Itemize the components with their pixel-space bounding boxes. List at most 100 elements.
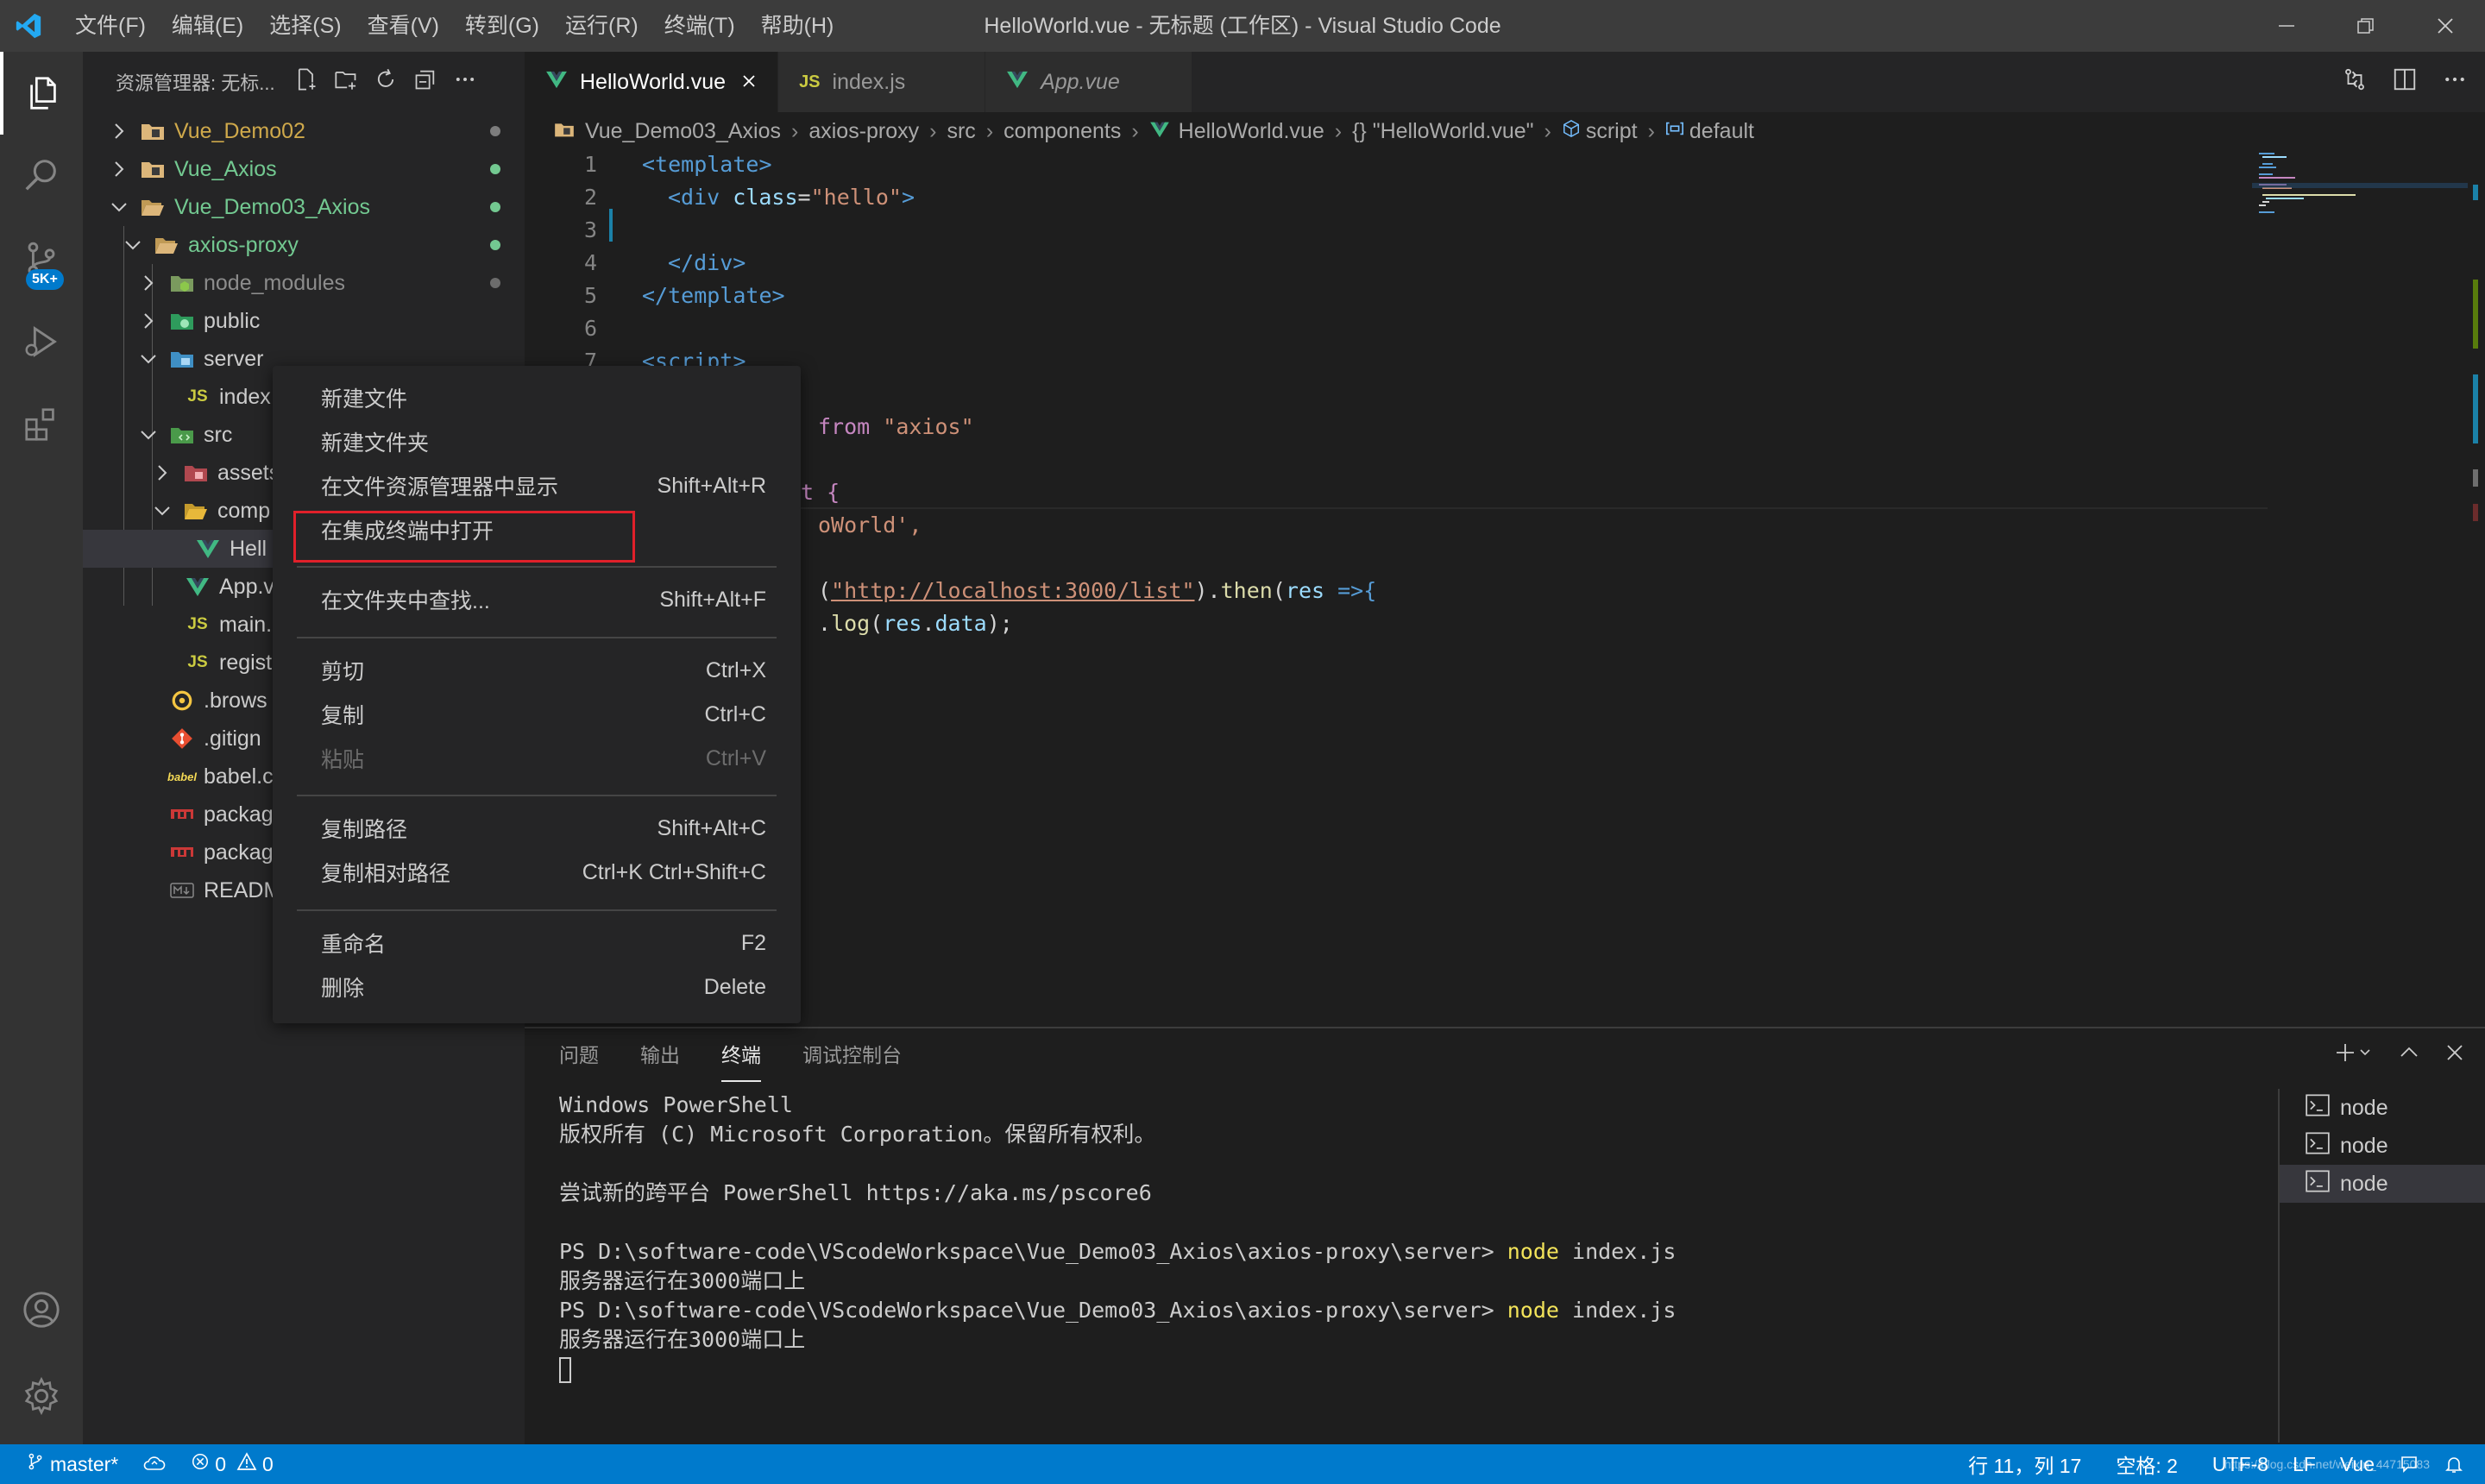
tree-item-label: axios-proxy [188, 232, 299, 257]
open-changes-icon[interactable] [2342, 66, 2368, 98]
code-token: <div [668, 185, 733, 210]
menu-edit[interactable]: 编辑(E) [159, 0, 256, 52]
menu-item-find-in-folder[interactable]: 在文件夹中查找... Shift+Alt+F [273, 580, 801, 619]
tab-debug-console[interactable]: 调试控制台 [802, 1028, 902, 1082]
split-editor-icon[interactable] [2392, 66, 2418, 98]
menu-item-delete[interactable]: 删除 Delete [273, 967, 801, 1007]
breadcrumb-item[interactable]: default [1689, 119, 1754, 144]
menu-item-new-folder[interactable]: 新建文件夹 [273, 422, 801, 462]
tab-problems[interactable]: 问题 [559, 1028, 599, 1082]
tab-close-icon[interactable] [741, 70, 757, 95]
new-folder-icon[interactable] [334, 67, 358, 97]
tab-helloworld-vue[interactable]: HelloWorld.vue [525, 52, 779, 112]
code-editor[interactable]: 1 <template> 2 <div class="hello"> 3 4 </di… [525, 150, 2485, 1027]
menu-item-copy-relative-path[interactable]: 复制相对路径 Ctrl+K Ctrl+Shift+C [273, 852, 801, 892]
close-icon[interactable] [2406, 0, 2485, 52]
menu-terminal[interactable]: 终端(T) [651, 0, 748, 52]
breadcrumb-item[interactable]: Vue_Demo03_Axios [585, 119, 781, 144]
search-icon[interactable] [0, 135, 83, 217]
breadcrumb-item[interactable]: {} "HelloWorld.vue" [1352, 119, 1533, 144]
tab-output[interactable]: 输出 [640, 1028, 680, 1082]
code-token: ). [1194, 578, 1221, 603]
tree-item-vue-axios[interactable]: Vue_Axios [83, 150, 525, 188]
menu-item-reveal-in-explorer[interactable]: 在文件资源管理器中显示 Shift+Alt+R [273, 466, 801, 506]
menu-item-copy[interactable]: 复制 Ctrl+C [273, 695, 801, 734]
editor-scrollbar[interactable] [2469, 150, 2485, 1027]
sync-icon[interactable] [130, 1455, 179, 1474]
breadcrumb: Vue_Demo03_Axios › axios-proxy › src › comp… [525, 112, 2485, 150]
code-token: "axios" [883, 414, 974, 439]
tree-item-vue-demo03-axios[interactable]: Vue_Demo03_Axios [83, 188, 525, 226]
code-token: "http://localhost:3000/list" [831, 578, 1195, 603]
breadcrumb-item[interactable]: script [1586, 119, 1638, 144]
terminal-command: node [1507, 1298, 1559, 1323]
chevron-right-icon: › [985, 118, 994, 143]
source-control-icon[interactable]: 5K+ [0, 217, 83, 300]
minimap[interactable] [2252, 150, 2468, 1027]
git-file-icon [169, 727, 195, 750]
terminal-instance[interactable]: node [2280, 1089, 2485, 1127]
terminal-instance[interactable]: node [2280, 1127, 2485, 1165]
line-number: 5 [583, 283, 597, 308]
menu-run[interactable]: 运行(R) [552, 0, 651, 52]
error-icon [191, 1452, 210, 1476]
tree-item-axios-proxy[interactable]: axios-proxy [83, 226, 525, 264]
chevron-right-icon: › [791, 118, 799, 143]
tab-terminal[interactable]: 终端 [721, 1028, 761, 1082]
cursor-position[interactable]: 行 11，列 17 [1956, 1449, 2093, 1479]
indentation[interactable]: 空格: 2 [2093, 1449, 2190, 1479]
code-token: ( [1272, 578, 1286, 603]
bottom-panel: 问题 输出 终端 调试控制台 Windows PowerShell 版权所有 (… [525, 1027, 2485, 1444]
terminal-instance[interactable]: node [2280, 1165, 2485, 1203]
terminal-prompt: PS D:\software-code\VScodeWorkspace\Vue_… [559, 1298, 1507, 1323]
minimize-icon[interactable] [2247, 0, 2326, 52]
panel-actions [2335, 1028, 2464, 1082]
menu-item-cut[interactable]: 剪切 Ctrl+X [273, 651, 801, 690]
terminal-line: Windows PowerShell [559, 1092, 793, 1117]
menu-selection[interactable]: 选择(S) [256, 0, 354, 52]
tree-item-label: index [219, 384, 271, 409]
menu-go[interactable]: 转到(G) [452, 0, 552, 52]
menu-item-copy-path[interactable]: 复制路径 Shift+Alt+C [273, 808, 801, 848]
chevron-right-icon: › [1334, 118, 1343, 143]
breadcrumb-item[interactable]: HelloWorld.vue [1179, 119, 1324, 144]
menu-view[interactable]: 查看(V) [355, 0, 452, 52]
tree-item-label: Vue_Axios [174, 156, 277, 181]
tree-item-node-modules[interactable]: node_modules [83, 264, 525, 302]
menu-file[interactable]: 文件(F) [62, 0, 159, 52]
manage-gear-icon[interactable] [0, 1355, 83, 1437]
maximize-panel-chevron-up-icon[interactable] [2399, 1042, 2419, 1069]
tree-item-label: server [204, 346, 264, 371]
code-token: res [883, 611, 922, 636]
more-actions-icon[interactable] [2442, 66, 2468, 98]
tab-index-js[interactable]: JS index.js [778, 52, 986, 112]
chevron-down-icon [123, 239, 143, 251]
menu-help[interactable]: 帮助(H) [748, 0, 847, 52]
breadcrumb-item[interactable]: components [1003, 119, 1121, 144]
terminal-output[interactable]: Windows PowerShell 版权所有 (C) Microsoft Co… [559, 1091, 2268, 1436]
tree-item-public[interactable]: public [83, 302, 525, 340]
extensions-icon[interactable] [0, 383, 83, 466]
breadcrumb-item[interactable]: axios-proxy [808, 119, 919, 144]
problems-indicator[interactable]: 0 0 [179, 1452, 286, 1476]
run-debug-icon[interactable] [0, 300, 83, 383]
more-actions-icon[interactable] [453, 67, 477, 97]
branch-indicator[interactable]: master* [0, 1451, 130, 1477]
menu-item-new-file[interactable]: 新建文件 [273, 378, 801, 418]
code-line: 6 [525, 312, 1387, 345]
menu-item-paste[interactable]: 粘贴 Ctrl+V [273, 739, 801, 778]
menu-item-rename[interactable]: 重命名 F2 [273, 923, 801, 963]
collapse-all-icon[interactable] [413, 67, 437, 97]
terminal-icon [2306, 1131, 2330, 1160]
refresh-icon[interactable] [374, 67, 398, 97]
new-file-icon[interactable] [294, 67, 318, 97]
restore-icon[interactable] [2326, 0, 2406, 52]
breadcrumb-item[interactable]: src [947, 119, 975, 144]
close-panel-icon[interactable] [2445, 1043, 2464, 1068]
new-terminal-plus-icon[interactable] [2335, 1041, 2373, 1071]
tree-item-vue-demo02[interactable]: Vue_Demo02 [83, 112, 525, 150]
tab-app-vue[interactable]: App.vue [985, 52, 1193, 112]
explorer-icon[interactable] [0, 52, 83, 135]
accounts-icon[interactable] [0, 1268, 83, 1351]
